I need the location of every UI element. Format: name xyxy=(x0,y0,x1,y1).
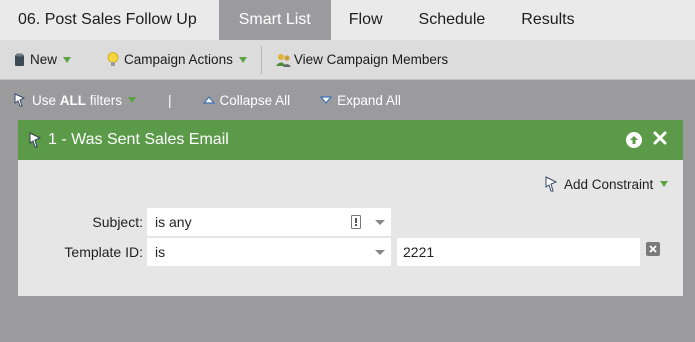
filter-title: 1 - Was Sent Sales Email xyxy=(48,131,229,148)
chevron-down-icon xyxy=(660,181,669,187)
collapse-all-label: Collapse All xyxy=(219,92,291,108)
template-id-value-input[interactable]: 2221 xyxy=(397,238,640,266)
add-constraint-button[interactable]: Add Constraint xyxy=(545,176,669,192)
use-prefix: Use xyxy=(32,92,60,108)
new-button[interactable]: New xyxy=(0,40,87,79)
expand-arrow-icon xyxy=(320,96,333,104)
filter-panel: 1 - Was Sent Sales Email Add Constraint … xyxy=(18,120,683,296)
chevron-down-icon xyxy=(238,56,247,63)
picklist-icon[interactable] xyxy=(351,215,361,232)
subject-operator-select[interactable]: is any xyxy=(147,208,391,236)
add-constraint-label: Add Constraint xyxy=(564,176,654,192)
subject-label: Subject: xyxy=(92,214,143,230)
view-campaign-members-button[interactable]: View Campaign Members xyxy=(262,40,448,79)
people-icon xyxy=(275,52,292,68)
chevron-down-icon xyxy=(128,97,137,103)
new-icon xyxy=(14,53,25,67)
tab-smart-list[interactable]: Smart List xyxy=(218,0,331,40)
expand-all-button[interactable]: Expand All xyxy=(320,93,401,108)
new-label: New xyxy=(30,52,58,67)
lightbulb-icon xyxy=(107,52,119,67)
tab-flow[interactable]: Flow xyxy=(331,0,401,40)
chevron-down-icon xyxy=(63,56,72,63)
use-suffix: filters xyxy=(86,92,123,108)
chevron-down-icon xyxy=(375,250,385,255)
tab-results[interactable]: Results xyxy=(503,0,592,40)
collapse-all-button[interactable]: Collapse All xyxy=(202,92,291,108)
template-id-value: 2221 xyxy=(403,244,435,260)
filter-funnel-icon xyxy=(14,93,27,107)
template-id-label: Template ID: xyxy=(64,244,143,260)
filterbar-separator: | xyxy=(168,92,172,108)
remove-constraint-icon[interactable] xyxy=(646,242,660,256)
move-up-icon[interactable] xyxy=(626,132,642,148)
campaign-actions-button[interactable]: Campaign Actions xyxy=(87,40,261,79)
template-id-operator-select[interactable]: is xyxy=(147,238,391,266)
expand-all-label: Expand All xyxy=(337,92,401,108)
filter-funnel-icon xyxy=(545,176,559,192)
close-icon[interactable] xyxy=(653,131,667,150)
subject-operator-value: is any xyxy=(155,214,192,230)
template-id-operator-value: is xyxy=(155,244,166,260)
filter-bar: Use ALL filters | Collapse All Expand Al… xyxy=(0,82,695,118)
view-campaign-members-label: View Campaign Members xyxy=(293,52,449,67)
use-all-filters-button[interactable]: Use ALL filters xyxy=(14,92,137,108)
filter-header[interactable]: 1 - Was Sent Sales Email xyxy=(18,120,683,160)
filter-funnel-icon xyxy=(29,132,42,148)
campaign-actions-label: Campaign Actions xyxy=(124,52,233,67)
tab-program-name[interactable]: 06. Post Sales Follow Up xyxy=(0,0,219,40)
collapse-arrow-icon xyxy=(202,96,215,104)
tab-bar: 06. Post Sales Follow Up Smart List Flow… xyxy=(0,0,695,40)
chevron-down-icon xyxy=(375,220,385,225)
toolbar: New Campaign Actions View Campaign Membe… xyxy=(0,40,695,80)
use-all-text: ALL xyxy=(59,92,87,108)
tab-schedule[interactable]: Schedule xyxy=(401,0,504,40)
